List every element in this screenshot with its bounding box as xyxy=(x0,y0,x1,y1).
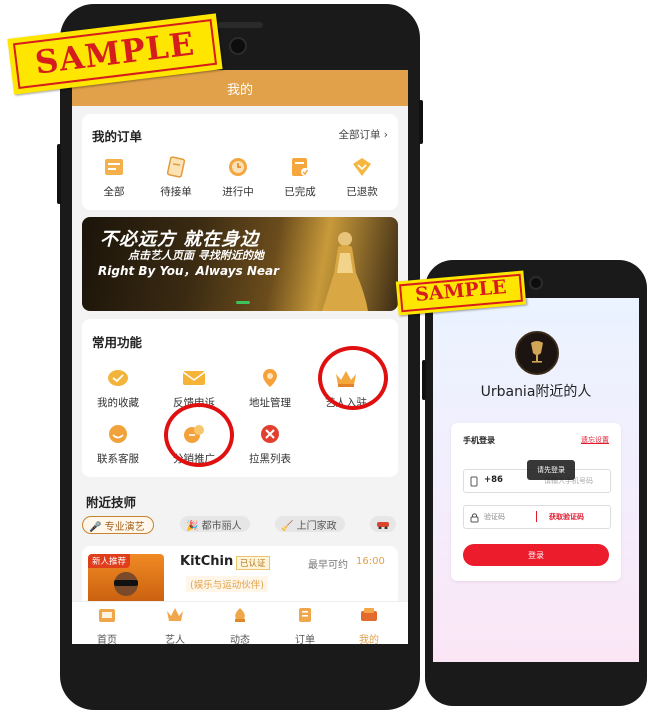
tab-moments[interactable]: 动态 xyxy=(215,606,265,644)
order-pending[interactable]: 待接单 xyxy=(146,156,206,199)
verified-badge: 已认证 xyxy=(236,556,270,570)
profile-icon xyxy=(361,608,377,621)
address-icon xyxy=(258,367,282,389)
favorites-icon xyxy=(106,367,130,389)
function-address[interactable]: 地址管理 xyxy=(240,367,300,410)
mail-icon xyxy=(182,367,206,389)
carousel-indicator xyxy=(236,301,250,304)
chip-urban[interactable]: 🎉 都市丽人 xyxy=(180,516,250,532)
divider xyxy=(536,511,537,522)
login-screen: Urbania附近的人 手机登录 遗忘设置 +86 请输入手机号码 请先登录 验… xyxy=(433,298,639,662)
order-in-progress[interactable]: 进行中 xyxy=(208,156,268,199)
customer-service-icon xyxy=(106,423,130,445)
app-screen: 我的 我的订单 全部订单 › 全部 待接单 进行中 已完成 已退款 不必远方 就… xyxy=(72,70,408,644)
settings-link[interactable]: 遗忘设置 xyxy=(581,435,609,445)
tab-orders[interactable]: 订单 xyxy=(280,606,330,644)
technician-tag: (娱乐与运动伙伴) xyxy=(186,576,268,592)
completed-icon xyxy=(288,156,312,178)
new-badge: 新人推荐 xyxy=(88,554,131,568)
availability-time: 16:00 xyxy=(356,556,385,567)
lock-icon xyxy=(470,513,479,523)
orders-card: 我的订单 全部订单 › 全部 待接单 进行中 已完成 已退款 xyxy=(82,114,398,210)
orders-icon xyxy=(299,608,311,622)
phone-icon xyxy=(470,476,478,487)
tab-mine[interactable]: 我的 xyxy=(344,606,394,644)
phone-frame-main: 我的 我的订单 全部订单 › 全部 待接单 进行中 已完成 已退款 不必远方 就… xyxy=(57,4,423,710)
login-title: Urbania附近的人 xyxy=(480,384,592,400)
power-button xyxy=(419,100,423,144)
car-icon xyxy=(377,522,389,529)
speaker-grille xyxy=(217,22,263,28)
code-field[interactable]: 验证码 获取验证码 xyxy=(463,505,611,529)
bottom-tab-bar: 首页 艺人 动态 订单 我的 xyxy=(72,601,408,644)
banner-figure-image xyxy=(322,232,368,311)
order-refunded[interactable]: 已退款 xyxy=(332,156,392,199)
availability-label: 最早可约 xyxy=(308,560,348,571)
nearby-title: 附近技师 xyxy=(86,495,137,510)
volume-button xyxy=(422,360,426,400)
login-tooltip: 请先登录 xyxy=(527,460,575,480)
volume-button xyxy=(57,144,61,204)
home-icon xyxy=(99,609,115,622)
urbania-logo xyxy=(515,331,559,375)
all-orders-link[interactable]: 全部订单 › xyxy=(338,127,388,142)
tab-artists[interactable]: 艺人 xyxy=(150,606,200,644)
chip-performing[interactable]: 🎤 专业演艺 xyxy=(82,516,154,534)
front-camera xyxy=(529,276,543,290)
login-button[interactable]: 登录 xyxy=(463,544,609,566)
pending-order-icon xyxy=(164,156,188,178)
tab-home[interactable]: 首页 xyxy=(82,606,132,644)
highlight-circle-artist-signup xyxy=(318,346,388,410)
highlight-circle-promotion xyxy=(164,403,234,467)
code-placeholder: 验证码 xyxy=(484,513,505,521)
chip-housekeeping[interactable]: 🧹 上门家政 xyxy=(275,516,345,532)
function-customer-service[interactable]: 联系客服 xyxy=(88,423,148,466)
chip-more[interactable] xyxy=(370,516,396,532)
order-all[interactable]: 全部 xyxy=(84,156,144,199)
promo-banner[interactable]: 不必远方 就在身边 点击艺人页面 寻找附近的她 Right By You，Alw… xyxy=(82,217,398,311)
front-camera xyxy=(229,37,247,55)
function-blacklist[interactable]: 拉黑列表 xyxy=(240,423,300,466)
country-code[interactable]: +86 xyxy=(484,475,503,485)
orders-title: 我的订单 xyxy=(92,129,143,144)
login-card: 手机登录 遗忘设置 +86 请输入手机号码 请先登录 验证码 获取验证码 登录 xyxy=(451,423,621,581)
functions-title: 常用功能 xyxy=(92,335,143,350)
in-progress-icon xyxy=(226,156,250,178)
order-completed[interactable]: 已完成 xyxy=(270,156,330,199)
all-orders-icon xyxy=(102,156,126,178)
banner-english: Right By You，Always Near xyxy=(98,264,280,278)
crown-icon xyxy=(167,608,183,621)
get-code-button[interactable]: 获取验证码 xyxy=(549,512,584,522)
technician-card[interactable]: 新人推荐 KitChin 已认证 最早可约 16:00 (娱乐与运动伙伴) xyxy=(82,546,398,610)
banner-subline: 点击艺人页面 寻找附近的她 xyxy=(128,249,264,262)
technician-name: KitChin xyxy=(180,554,234,569)
phone-frame-login: Urbania附近的人 手机登录 遗忘设置 +86 请输入手机号码 请先登录 验… xyxy=(422,260,647,706)
moments-icon xyxy=(235,608,245,622)
login-method-title: 手机登录 xyxy=(463,436,495,445)
blacklist-icon xyxy=(258,423,282,445)
function-favorites[interactable]: 我的收藏 xyxy=(88,367,148,410)
refunded-icon xyxy=(350,156,374,178)
